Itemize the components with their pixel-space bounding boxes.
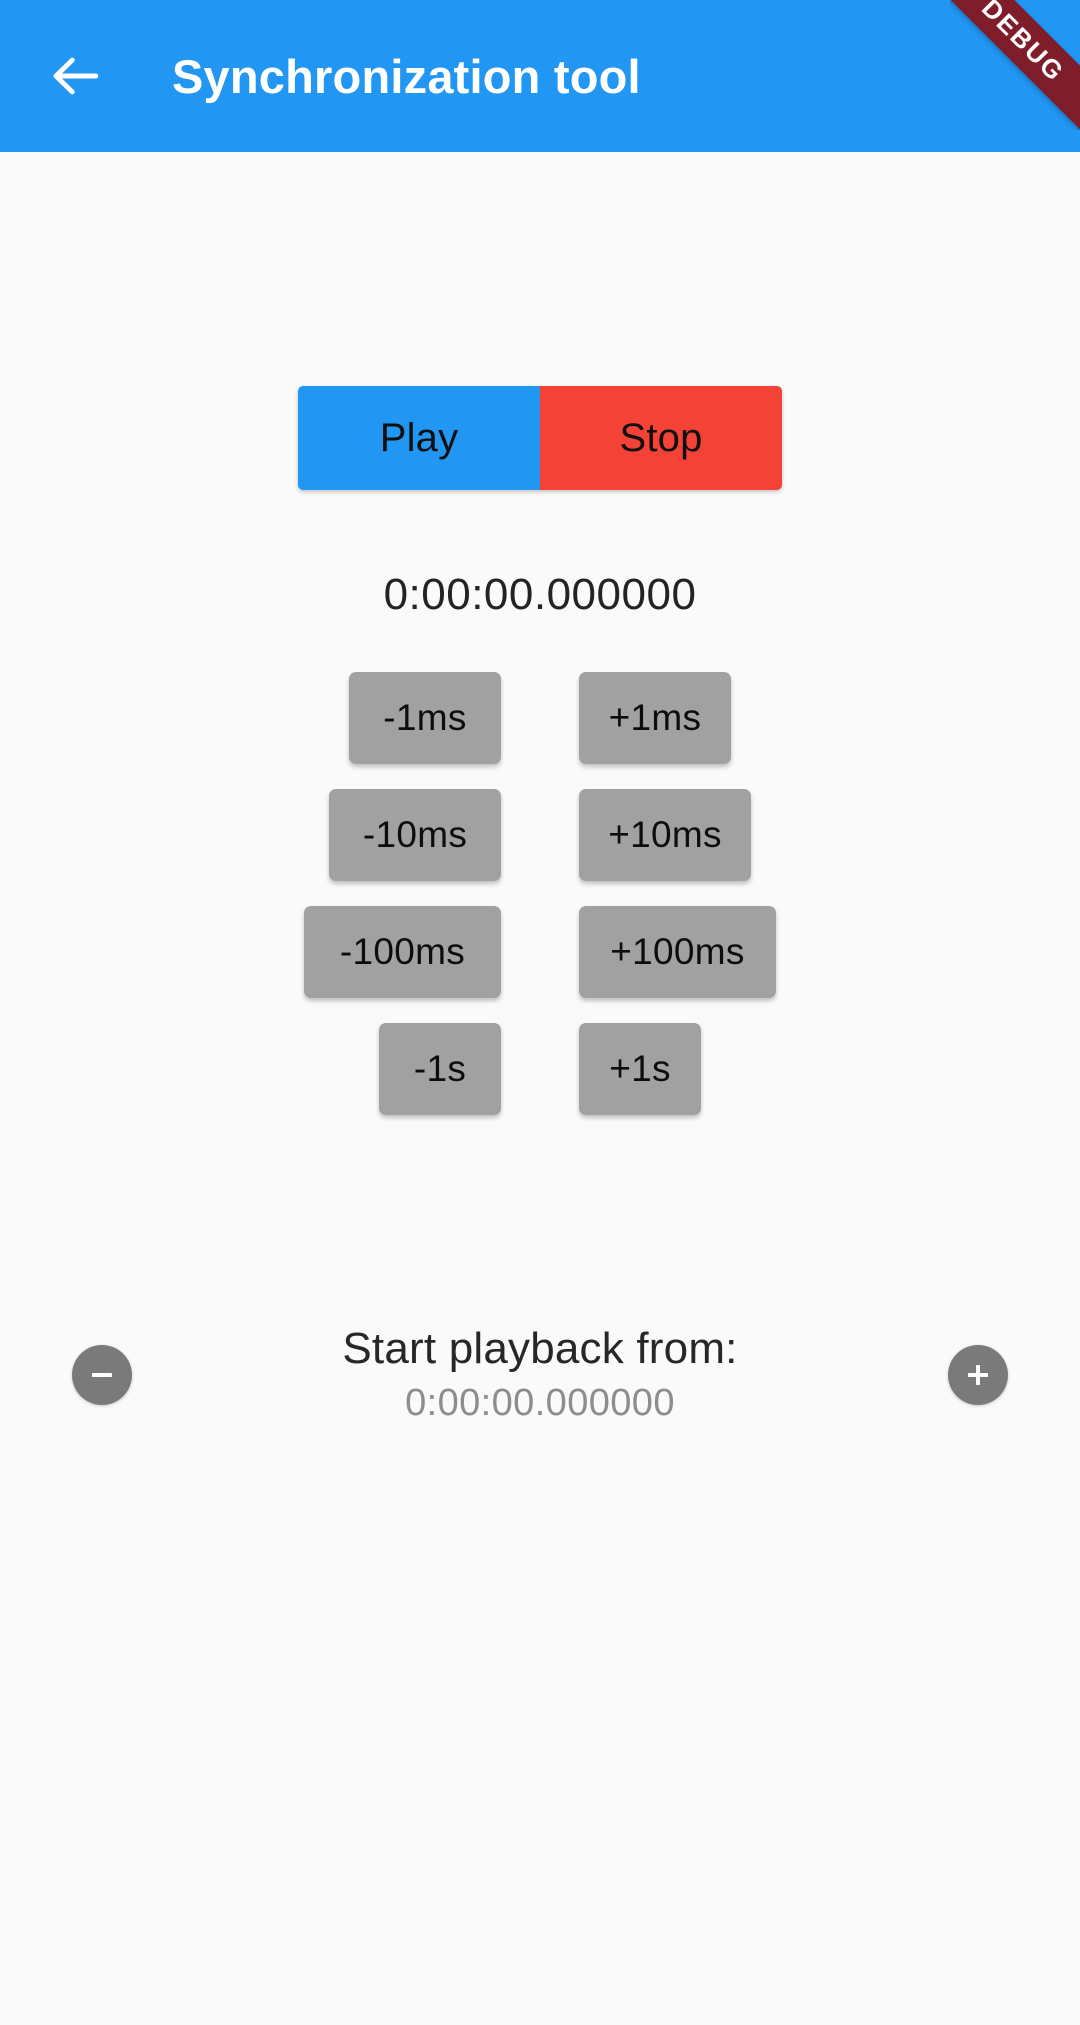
main-content: Play Stop 0:00:00.000000 -1ms +1ms -10ms… [0, 152, 1080, 2025]
offset-button-grid: -1ms +1ms -10ms +10ms -100ms +100ms -1s … [0, 672, 1080, 1140]
plus-circle-icon [961, 1358, 995, 1392]
page-title: Synchronization tool [172, 49, 641, 103]
offset-minus-1s[interactable]: -1s [379, 1023, 501, 1115]
increase-start-time-button[interactable] [948, 1344, 1008, 1405]
offset-plus-1s[interactable]: +1s [579, 1023, 701, 1115]
current-time-display: 0:00:00.000000 [383, 570, 697, 619]
offset-minus-1ms[interactable]: -1ms [349, 672, 501, 764]
back-button[interactable] [28, 28, 124, 124]
arrow-left-icon [48, 48, 104, 104]
stop-button[interactable]: Stop [540, 386, 782, 490]
offset-row-1s: -1s +1s [0, 1023, 1080, 1115]
offset-minus-10ms[interactable]: -10ms [329, 789, 501, 881]
offset-row-1ms: -1ms +1ms [0, 672, 1080, 764]
app-bar: Synchronization tool [0, 0, 1080, 152]
start-playback-text-group: Start playback from: 0:00:00.000000 [132, 1324, 948, 1425]
offset-minus-100ms[interactable]: -100ms [304, 906, 501, 998]
start-playback-section: Start playback from: 0:00:00.000000 [0, 1324, 1080, 1425]
start-playback-value: 0:00:00.000000 [405, 1382, 675, 1425]
offset-row-100ms: -100ms +100ms [0, 906, 1080, 998]
offset-row-10ms: -10ms +10ms [0, 789, 1080, 881]
synchronization-tool-screen: Synchronization tool DEBUG Play Stop 0:0… [0, 0, 1080, 2025]
minus-circle-icon [85, 1358, 119, 1392]
offset-plus-1ms[interactable]: +1ms [579, 672, 731, 764]
start-playback-label: Start playback from: [342, 1324, 738, 1373]
decrease-start-time-button[interactable] [72, 1344, 132, 1405]
play-button[interactable]: Play [298, 386, 540, 490]
transport-button-group: Play Stop [298, 386, 782, 490]
transport-controls: Play Stop [0, 386, 1080, 490]
offset-plus-10ms[interactable]: +10ms [579, 789, 751, 881]
offset-plus-100ms[interactable]: +100ms [579, 906, 776, 998]
